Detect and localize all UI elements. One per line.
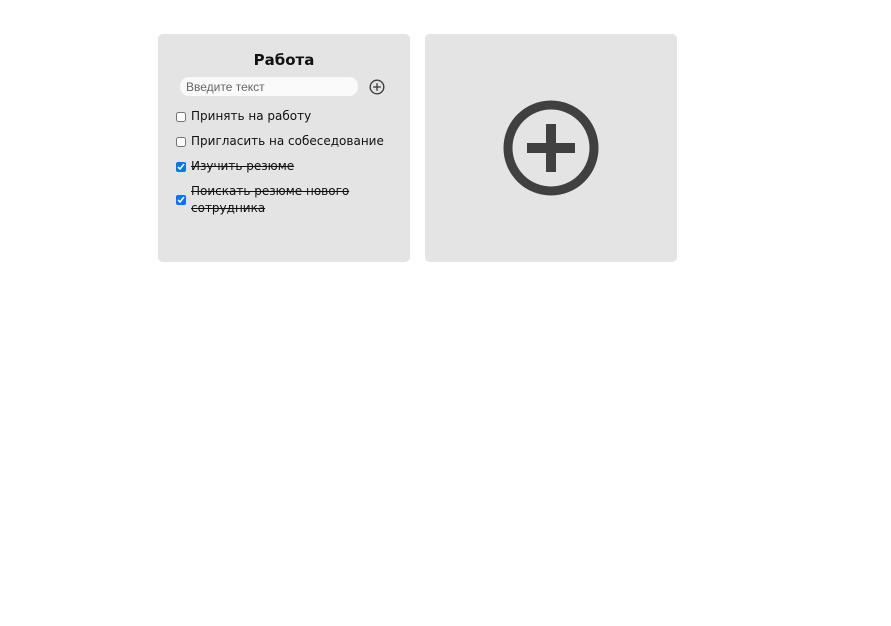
add-list-card[interactable] [425,34,677,262]
task-label: Поискать резюме нового сотрудника [191,184,350,215]
task-item: Поискать резюме нового сотрудника [176,183,396,217]
plus-circle-icon [369,78,385,95]
task-item: Изучить резюме [176,158,396,175]
task-checkbox[interactable] [176,195,186,205]
task-label: Изучить резюме [191,159,295,173]
task-label: Принять на работу [191,109,312,123]
board: Работа Принять на работу Пригласить на с… [158,34,677,262]
new-task-row [180,77,385,96]
task-checkbox[interactable] [176,136,186,147]
task-checkbox[interactable] [176,111,186,122]
add-task-button[interactable] [369,78,385,95]
task-label: Пригласить на собеседование [191,134,384,148]
task-item: Пригласить на собеседование [176,133,396,150]
todo-list-card: Работа Принять на работу Пригласить на с… [158,34,410,262]
task-item: Принять на работу [176,108,396,125]
task-list: Принять на работу Пригласить на собеседо… [176,108,396,225]
list-title: Работа [253,51,315,69]
new-task-input[interactable] [180,77,358,96]
task-checkbox[interactable] [176,161,186,172]
plus-circle-icon [503,100,599,196]
